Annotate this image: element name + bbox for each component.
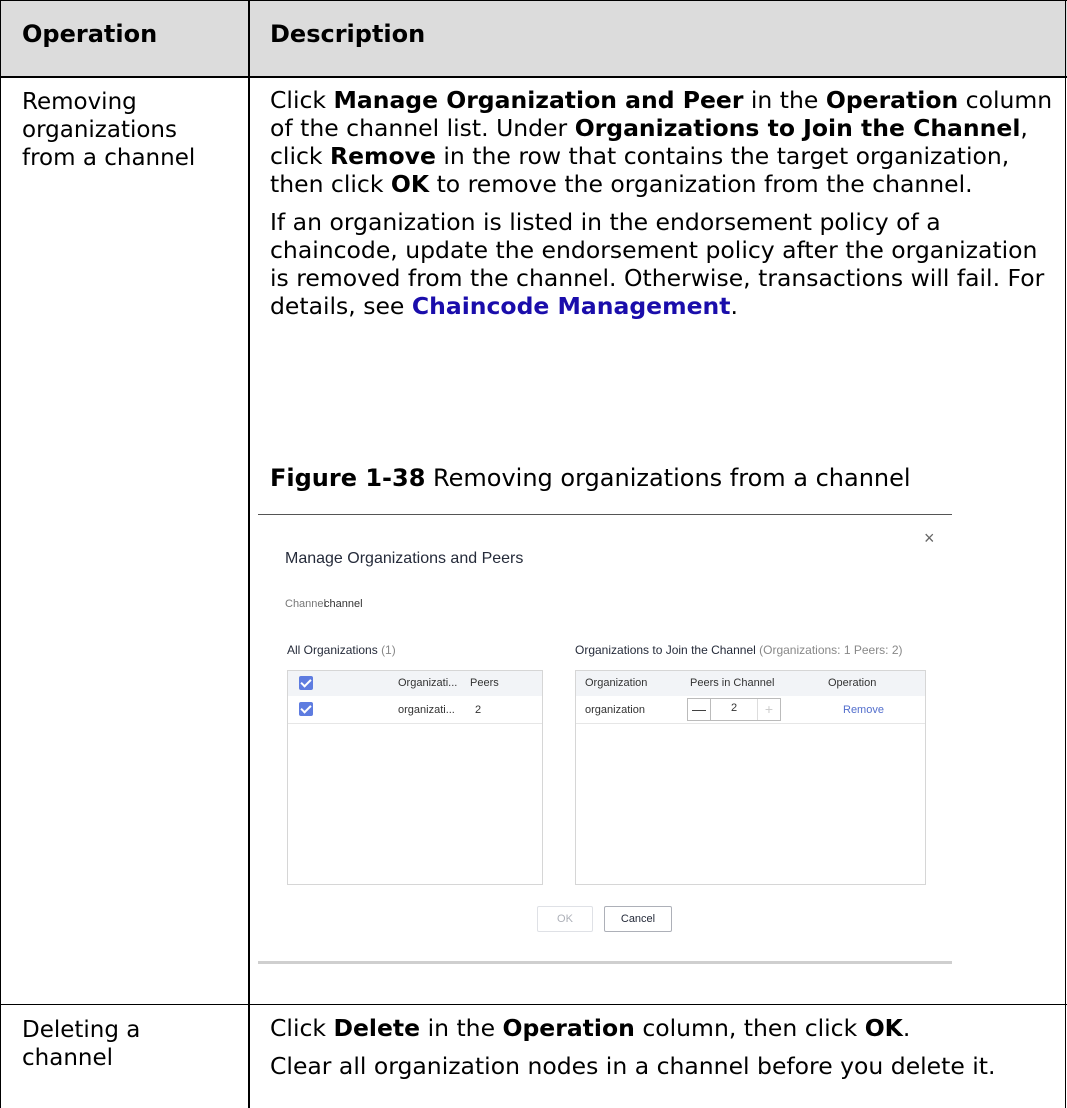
join-orgs-title: Organizations to Join the Channel (Organ… [575, 643, 903, 657]
bold-text: OK [390, 170, 430, 198]
text: in the [743, 86, 826, 114]
text: Click [270, 1014, 334, 1042]
text: Click [270, 86, 334, 114]
remove-link[interactable]: Remove [843, 704, 884, 716]
manage-orgs-dialog: Manage Organizations and Peers × Channel… [258, 514, 952, 964]
figure-bottom-border [258, 961, 952, 964]
figure-title: Removing organizations from a channel [425, 464, 911, 492]
operations-table: Operation Description Removing organizat… [0, 0, 1067, 1108]
row-organization: organization [585, 704, 645, 716]
col-organization[interactable]: Organizati... [398, 677, 457, 689]
dialog-title: Manage Organizations and Peers [285, 550, 524, 567]
row-organization: organizati... [398, 704, 455, 716]
cancel-button[interactable]: Cancel [604, 906, 672, 932]
join-orgs-title-text: Organizations to Join the Channel [575, 643, 756, 657]
text: column, then click [634, 1014, 865, 1042]
bold-text: Delete [333, 1014, 421, 1042]
col-organization: Organization [585, 677, 648, 689]
grid-line [0, 1004, 1067, 1005]
grid-line [248, 0, 250, 1108]
grid-line [0, 76, 1067, 78]
col-peers-in-channel: Peers in Channel [690, 677, 775, 689]
description-paragraph: If an organization is listed in the endo… [270, 208, 1060, 320]
stepper-value[interactable]: 2 [711, 702, 757, 714]
row-divider [576, 723, 925, 724]
header-description: Description [270, 20, 426, 48]
minus-icon[interactable]: — [688, 699, 711, 720]
join-orgs-table: Organization Peers in Channel Operation … [575, 670, 926, 885]
row-divider [288, 723, 542, 724]
plus-icon[interactable]: + [757, 699, 780, 720]
chaincode-management-link[interactable]: Chaincode Management [412, 292, 731, 320]
text: . [902, 1014, 911, 1042]
select-all-checkbox[interactable] [299, 676, 313, 690]
col-operation: Operation [828, 677, 877, 689]
channel-value: channel [324, 598, 363, 610]
all-orgs-table: Organizati... Peers organizati... 2 [287, 670, 543, 885]
col-peers: Peers [470, 677, 499, 689]
bold-text: Operation [502, 1014, 635, 1042]
text: to remove the organization from the chan… [429, 170, 973, 198]
description-paragraph: Click Delete in the Operation column, th… [270, 1014, 1060, 1042]
grid-line [0, 0, 1067, 1]
all-orgs-count: (1) [381, 643, 396, 657]
join-orgs-summary: (Organizations: 1 Peers: 2) [759, 643, 903, 657]
description-delete-channel: Click Delete in the Operation column, th… [270, 1014, 1060, 1080]
grid-line [1065, 0, 1066, 1108]
all-orgs-table-header: Organizati... Peers [288, 671, 542, 696]
description-paragraph: Clear all organization nodes in a channe… [270, 1052, 996, 1080]
all-orgs-title-text: All Organizations [287, 643, 378, 657]
grid-line [0, 0, 1, 1108]
bold-text: OK [864, 1014, 903, 1042]
text: . [730, 292, 738, 320]
bold-text: Operation [825, 86, 959, 114]
close-icon[interactable]: × [924, 528, 935, 549]
bold-text: Manage Organization and Peer [333, 86, 744, 114]
join-orgs-table-header: Organization Peers in Channel Operation [576, 671, 925, 696]
figure-top-border [258, 514, 952, 515]
channel-label: Channel [285, 598, 326, 610]
ok-button[interactable]: OK [537, 906, 593, 932]
row-peers: 2 [475, 704, 482, 716]
operation-cell-remove-orgs: Removing organizations from a channel [22, 89, 196, 171]
text: in the [420, 1014, 503, 1042]
description-paragraph: Click Manage Organization and Peer in th… [270, 86, 1060, 198]
figure-label: Figure 1-38 [270, 464, 426, 492]
peers-stepper[interactable]: — 2 + [687, 698, 781, 721]
operation-cell-delete-channel: Deleting a channel [22, 1017, 141, 1071]
all-orgs-title: All Organizations (1) [287, 643, 396, 657]
bold-text: Organizations to Join the Channel [574, 114, 1021, 142]
header-operation: Operation [22, 20, 158, 48]
description-remove-orgs: Click Manage Organization and Peer in th… [270, 86, 1060, 320]
bold-text: Remove [329, 142, 436, 170]
row-checkbox[interactable] [299, 702, 313, 716]
figure-caption: Figure 1-38 Removing organizations from … [270, 464, 911, 492]
